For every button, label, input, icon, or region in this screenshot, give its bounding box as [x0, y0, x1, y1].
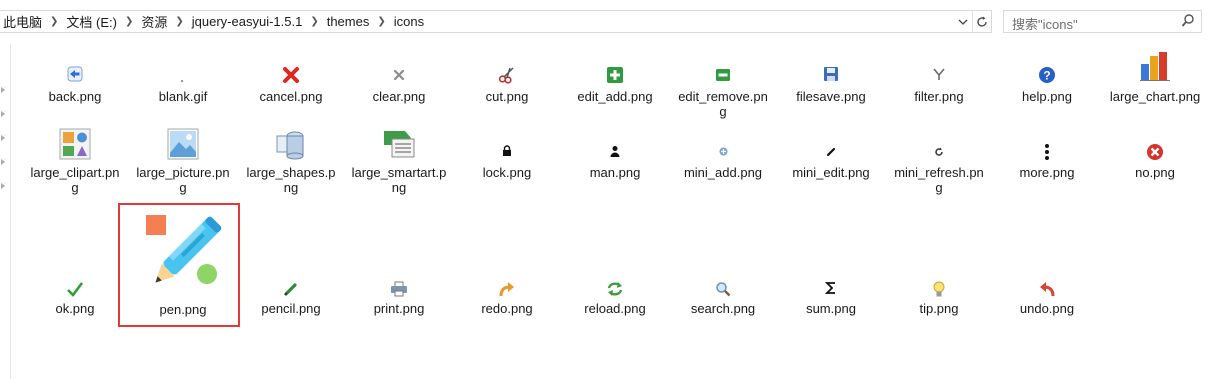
address-bar[interactable]: 此电脑 ❯ 文档 (E:) ❯ 资源 ❯ jquery-easyui-1.5.1…	[0, 10, 992, 33]
file-name: pencil.png	[261, 301, 321, 316]
blank-dot-icon	[129, 80, 237, 84]
green-minus-icon	[669, 68, 777, 82]
breadcrumb-icons[interactable]: icons	[390, 14, 428, 29]
file-name: large_clipart.png	[30, 165, 120, 195]
chevron-right-icon[interactable]: ❯	[46, 16, 62, 27]
breadcrumb-drive[interactable]: 文档 (E:)	[62, 12, 121, 31]
file-name: tip.png	[919, 301, 959, 316]
gray-x-icon	[345, 68, 453, 82]
file-name: pen.png	[159, 302, 207, 317]
file-name: edit_remove.png	[678, 89, 768, 119]
lock-icon	[453, 145, 561, 157]
scissors-icon	[453, 66, 561, 84]
chevron-right-icon[interactable]: ❯	[171, 16, 187, 27]
redo-icon	[453, 281, 561, 297]
file-name: mini_edit.png	[792, 165, 870, 180]
file-name: cancel.png	[259, 89, 323, 104]
expand-arrow-icon[interactable]	[1, 111, 5, 117]
chevron-right-icon[interactable]: ❯	[373, 16, 389, 27]
ok-icon	[21, 281, 129, 297]
mini-add-icon	[669, 147, 777, 156]
file-name: edit_add.png	[577, 89, 653, 104]
file-name: clear.png	[372, 89, 426, 104]
breadcrumb-themes[interactable]: themes	[323, 14, 374, 29]
printer-icon	[345, 281, 453, 297]
filter-icon	[885, 67, 993, 81]
file-name: help.png	[1022, 89, 1072, 104]
smartart-icon	[345, 128, 453, 160]
more-icon	[993, 143, 1101, 161]
file-name: mini_refresh.png	[894, 165, 984, 195]
chevron-right-icon[interactable]: ❯	[306, 16, 322, 27]
breadcrumb-resources[interactable]: 资源	[137, 12, 171, 31]
file-name: large_picture.png	[136, 165, 230, 195]
file-name: search.png	[690, 301, 756, 316]
file-name: reload.png	[584, 301, 646, 316]
pencil-icon	[237, 281, 345, 297]
shapes-icon	[237, 128, 345, 160]
file-name: lock.png	[482, 165, 532, 180]
search-input[interactable]: 搜索"icons"	[1003, 10, 1202, 33]
file-name: blank.gif	[158, 89, 208, 104]
navigation-pane-edge	[0, 44, 11, 379]
explorer-toolbar: 此电脑 ❯ 文档 (E:) ❯ 资源 ❯ jquery-easyui-1.5.1…	[0, 0, 1210, 44]
lightbulb-icon	[885, 281, 993, 299]
file-name: print.png	[373, 301, 425, 316]
file-name: ok.png	[55, 301, 95, 316]
search-icon[interactable]	[1181, 13, 1195, 29]
file-name: large_chart.png	[1109, 89, 1201, 104]
svg-text:?: ?	[1043, 69, 1050, 83]
file-name: cut.png	[485, 89, 529, 104]
file-name: undo.png	[1019, 301, 1075, 316]
breadcrumb-this-pc[interactable]: 此电脑	[0, 12, 46, 31]
refresh-icon[interactable]	[972, 11, 991, 32]
back-arrow-icon	[21, 66, 129, 82]
help-icon: ?	[993, 66, 1101, 84]
file-name: man.png	[589, 165, 641, 180]
file-name: filter.png	[914, 89, 964, 104]
clipart-icon	[21, 128, 129, 160]
chevron-right-icon[interactable]: ❯	[121, 16, 137, 27]
picture-icon	[129, 128, 237, 160]
file-name: mini_add.png	[683, 165, 763, 180]
file-name: back.png	[48, 89, 102, 104]
file-name: filesave.png	[796, 89, 866, 104]
red-x-icon	[237, 66, 345, 84]
search-placeholder: 搜索"icons"	[1012, 17, 1078, 32]
bar-chart-icon	[1101, 50, 1209, 82]
expand-arrow-icon[interactable]	[1, 183, 5, 189]
mini-edit-icon	[777, 147, 885, 157]
man-icon	[561, 145, 669, 157]
sum-icon	[777, 281, 885, 295]
file-name: no.png	[1135, 165, 1175, 180]
expand-arrow-icon[interactable]	[1, 159, 5, 165]
floppy-icon	[777, 66, 885, 82]
undo-icon	[993, 281, 1101, 297]
search-icon	[669, 281, 777, 297]
breadcrumb-easyui[interactable]: jquery-easyui-1.5.1	[188, 14, 307, 29]
expand-arrow-icon[interactable]	[1, 87, 5, 93]
no-icon	[1101, 143, 1209, 161]
mini-refresh-icon	[885, 147, 993, 157]
file-name: sum.png	[806, 301, 856, 316]
file-name: more.png	[1019, 165, 1075, 180]
reload-icon	[561, 281, 669, 297]
expand-arrow-icon[interactable]	[1, 135, 5, 141]
file-name: large_smartart.png	[351, 165, 447, 195]
green-plus-icon	[561, 66, 669, 84]
history-dropdown-icon[interactable]	[954, 11, 972, 32]
pen-icon	[138, 212, 228, 298]
file-name: large_shapes.png	[246, 165, 336, 195]
file-name: redo.png	[481, 301, 533, 316]
